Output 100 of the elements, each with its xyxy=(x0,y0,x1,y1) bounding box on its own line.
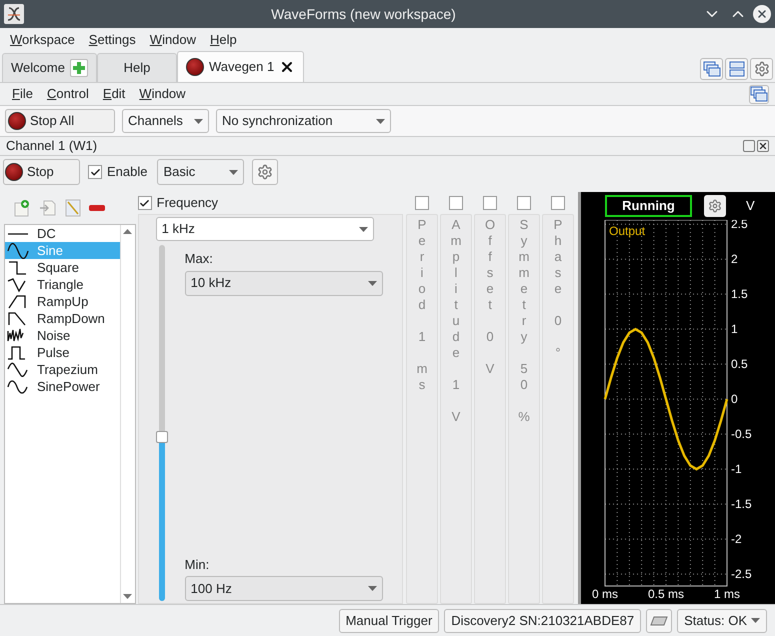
waveform-item[interactable]: Triangle xyxy=(5,276,120,293)
axis-label: 0 xyxy=(731,392,738,406)
parameter-value: 50 xyxy=(520,361,528,393)
frequency-dropdown[interactable]: 1 kHz xyxy=(156,217,374,241)
settings-icon xyxy=(754,61,770,77)
device-button[interactable] xyxy=(646,608,672,632)
parameter-unit: V xyxy=(486,361,494,377)
menu-item[interactable]: Window xyxy=(133,84,192,104)
plus-icon[interactable] xyxy=(70,59,88,77)
parameter-value: 1 xyxy=(452,377,460,393)
waveform-item[interactable]: Square xyxy=(5,259,120,276)
parameter-checkbox[interactable] xyxy=(449,196,463,210)
enable-checkbox[interactable] xyxy=(88,165,102,179)
sync-dropdown[interactable]: No synchronization xyxy=(216,109,391,133)
stop-all-button[interactable]: Stop All xyxy=(5,109,115,133)
axis-label: 2 xyxy=(731,252,738,266)
min-dropdown[interactable]: 100 Hz xyxy=(184,576,383,601)
frequency-slider[interactable] xyxy=(158,245,165,601)
scroll-down-icon[interactable] xyxy=(123,594,132,599)
scrollbar[interactable] xyxy=(120,225,135,603)
import-file-icon xyxy=(39,199,57,217)
axis-label: 1 xyxy=(731,322,738,336)
settings-icon xyxy=(708,199,722,213)
axis-label: -2.5 xyxy=(731,567,752,582)
parameter-value: 0 xyxy=(486,329,494,345)
parameter-unit: % xyxy=(518,409,530,425)
axis-label: 0.5 xyxy=(731,357,748,372)
max-dropdown[interactable]: 10 kHz xyxy=(184,270,383,296)
waveform-item[interactable]: DC xyxy=(5,225,120,242)
split-button[interactable] xyxy=(725,58,748,80)
menu-item[interactable]: File xyxy=(6,84,39,104)
unit-label: V xyxy=(746,197,755,216)
waveform-item[interactable]: RampUp xyxy=(5,293,120,310)
parameter-unit: V xyxy=(452,409,460,425)
caret-icon xyxy=(358,226,368,232)
parameter-unit: ° xyxy=(555,345,561,361)
menu-item[interactable]: Window xyxy=(144,30,202,50)
settings-button[interactable] xyxy=(252,159,278,185)
parameter-name: Amplitude xyxy=(450,217,462,361)
remove-icon xyxy=(89,205,105,211)
parameter-checkbox[interactable] xyxy=(517,196,531,210)
tab[interactable]: Welcome xyxy=(2,53,97,82)
parameter-checkbox[interactable] xyxy=(483,196,497,210)
status-button[interactable]: Status: OK xyxy=(677,608,767,632)
stop-button[interactable]: Stop xyxy=(3,159,80,185)
parameter-name: Offset xyxy=(484,217,496,313)
settings-button[interactable] xyxy=(704,195,726,217)
max-label: Max: xyxy=(184,250,214,268)
window-title: WaveForms (new workspace) xyxy=(270,4,457,24)
frequency-checkbox[interactable] xyxy=(138,196,152,210)
scroll-up-icon[interactable] xyxy=(123,229,132,234)
slider-thumb[interactable] xyxy=(156,431,168,444)
menu-item[interactable]: Control xyxy=(40,84,95,104)
waveform-item[interactable]: Pulse xyxy=(5,344,120,361)
series-label: Output xyxy=(609,224,646,238)
status-indicator: Running xyxy=(605,195,692,217)
menu-item[interactable]: Settings xyxy=(82,30,142,50)
float-button[interactable] xyxy=(743,140,755,152)
caret-icon xyxy=(376,118,385,124)
parameter-name: Period xyxy=(418,217,426,313)
waveform-item[interactable]: SinePower xyxy=(5,378,120,395)
windows-icon xyxy=(750,86,768,102)
waveform-item[interactable]: Trapezium xyxy=(5,361,120,378)
settings-button[interactable] xyxy=(750,58,773,80)
restore-button[interactable] xyxy=(749,84,769,104)
menu-item[interactable]: Help xyxy=(204,30,243,50)
axis-label: -1 xyxy=(731,462,742,476)
stop-icon xyxy=(186,58,204,76)
axis-label: 1 ms xyxy=(714,587,740,601)
menu-item[interactable]: Workspace xyxy=(4,30,81,50)
waveform-item[interactable]: RampDown xyxy=(5,310,120,327)
stop-icon xyxy=(8,112,26,130)
app-logo-icon xyxy=(4,4,24,24)
enable-label: Enable xyxy=(107,163,148,182)
cascade-button[interactable] xyxy=(700,58,723,80)
trapezium-wave-icon xyxy=(7,362,29,378)
min-label: Min: xyxy=(184,556,210,574)
axis-label: 0 ms xyxy=(592,587,618,601)
frequency-label: Frequency xyxy=(156,194,218,212)
device-button[interactable]: Discovery2 SN:210321ABDE87 xyxy=(444,608,642,632)
sinepower-wave-icon xyxy=(7,378,29,394)
parameter-checkbox[interactable] xyxy=(551,196,565,210)
parameter-value: 1 xyxy=(418,329,426,345)
close-button[interactable] xyxy=(753,5,771,23)
mode-dropdown[interactable]: Basic xyxy=(157,159,244,185)
channels-dropdown[interactable]: Channels xyxy=(122,109,209,133)
parameter-checkbox[interactable] xyxy=(415,196,429,210)
square-wave-icon xyxy=(7,260,29,276)
waveform-item[interactable]: Noise xyxy=(5,327,120,344)
close-icon xyxy=(756,8,768,20)
split-view-icon xyxy=(728,61,744,77)
menu-item[interactable]: Edit xyxy=(96,84,132,104)
settings-icon xyxy=(257,164,274,180)
manual-trigger-button[interactable]: Manual Trigger xyxy=(338,608,440,632)
tab[interactable]: Wavegen 1 xyxy=(176,51,304,82)
sine-wave-icon xyxy=(7,242,29,258)
close-button[interactable] xyxy=(757,140,769,152)
parameter-name: Phase xyxy=(554,217,562,297)
tab[interactable]: Help xyxy=(96,53,177,82)
caret-icon xyxy=(751,618,760,623)
